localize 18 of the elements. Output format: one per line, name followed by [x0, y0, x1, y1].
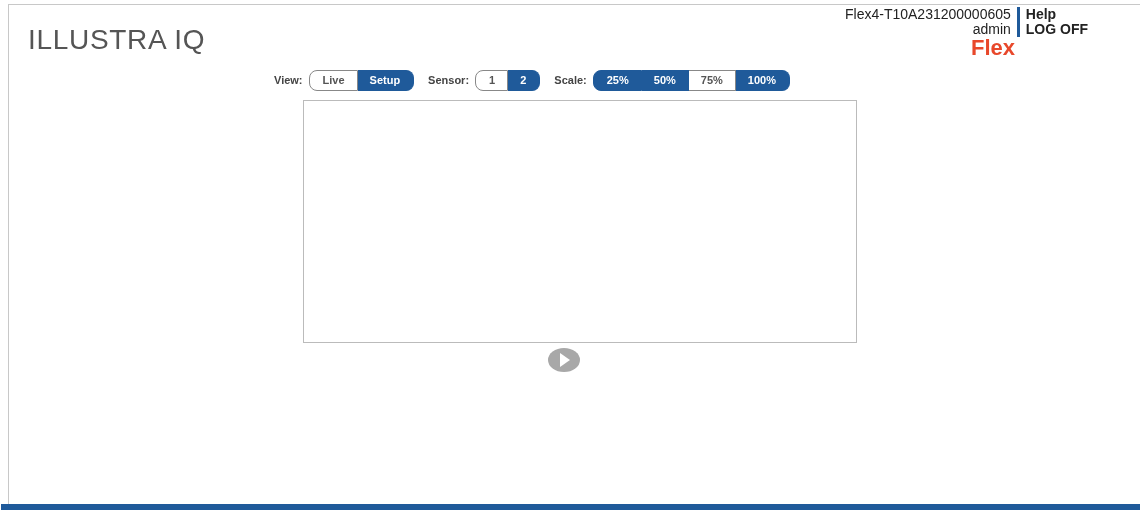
header-link[interactable]: LOG OFF	[1025, 22, 1088, 37]
segment-button[interactable]: 1	[475, 69, 509, 91]
brand-logo: Flex	[970, 37, 1015, 59]
segment-button[interactable]: 50%	[641, 69, 689, 91]
segment-button[interactable]: Setup	[357, 69, 415, 91]
app-title: ILLUSTRA IQ	[28, 23, 206, 57]
segment-button[interactable]: 75%	[688, 69, 736, 91]
control-label: Sensor:	[428, 72, 470, 88]
play-icon[interactable]	[547, 347, 581, 373]
segment-button[interactable]: 25%	[592, 69, 642, 91]
username: admin	[972, 22, 1011, 37]
device-name: Flex4-T10A231200000605	[845, 7, 1011, 22]
control-label: Scale:	[554, 72, 587, 88]
segment-button[interactable]: Live	[308, 69, 358, 91]
segment-button[interactable]: 2	[508, 69, 541, 91]
segment-button[interactable]: 100%	[735, 69, 790, 91]
control-label: View:	[274, 72, 303, 88]
header-link[interactable]: Help	[1025, 7, 1088, 22]
